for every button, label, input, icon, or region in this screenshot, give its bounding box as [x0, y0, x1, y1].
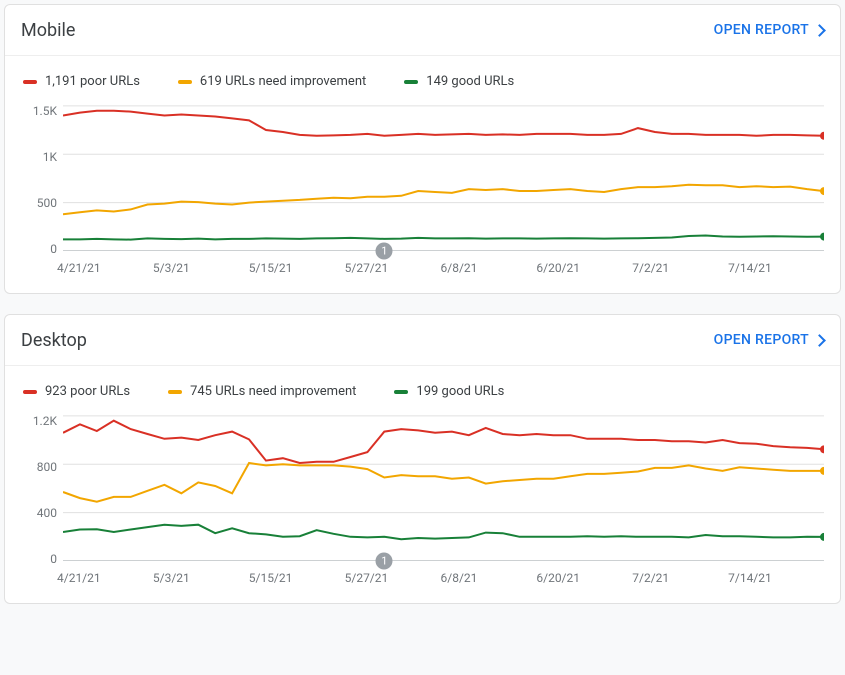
swatch-poor-icon — [23, 390, 37, 394]
x-tick: 5/3/21 — [153, 261, 249, 275]
legend-item-good: 199 good URLs — [394, 384, 504, 399]
swatch-need-icon — [178, 80, 192, 84]
x-tick: 7/2/21 — [632, 571, 728, 585]
legend: 1,191 poor URLs 619 URLs need improvemen… — [23, 74, 824, 89]
legend-label: 1,191 poor URLs — [45, 74, 140, 89]
x-tick: 4/21/21 — [57, 261, 153, 275]
swatch-poor-icon — [23, 80, 37, 84]
legend-item-need-improvement: 619 URLs need improvement — [178, 74, 366, 89]
legend-label: 923 poor URLs — [45, 384, 130, 399]
timeline-marker[interactable]: 1 — [376, 243, 393, 260]
chevron-right-icon — [813, 334, 826, 347]
legend-label: 149 good URLs — [426, 74, 514, 89]
legend-item-good: 149 good URLs — [404, 74, 514, 89]
x-axis: 4/21/21 5/3/21 5/15/21 5/27/21 6/8/21 6/… — [57, 261, 824, 275]
card-header: Desktop OPEN REPORT — [5, 315, 840, 366]
x-tick: 6/20/21 — [536, 571, 632, 585]
open-report-button[interactable]: OPEN REPORT — [714, 22, 824, 38]
legend-label: 745 URLs need improvement — [190, 384, 356, 399]
x-tick: 7/2/21 — [632, 261, 728, 275]
legend-item-poor: 1,191 poor URLs — [23, 74, 140, 89]
chevron-right-icon — [813, 24, 826, 37]
x-tick: 5/15/21 — [249, 571, 345, 585]
x-axis: 4/21/21 5/3/21 5/15/21 5/27/21 6/8/21 6/… — [57, 571, 824, 585]
x-tick: 6/8/21 — [441, 261, 537, 275]
plot: 1 — [63, 101, 824, 251]
timeline-marker[interactable]: 1 — [376, 553, 393, 570]
open-report-label: OPEN REPORT — [714, 22, 809, 38]
legend-label: 619 URLs need improvement — [200, 74, 366, 89]
chart-area: 1.5K 1K 500 0 1 — [21, 101, 824, 251]
card-mobile: Mobile OPEN REPORT 1,191 poor URLs 619 U… — [4, 4, 841, 294]
marker-label: 1 — [376, 243, 393, 260]
y-tick: 1.5K — [21, 105, 57, 117]
open-report-button[interactable]: OPEN REPORT — [714, 332, 824, 348]
x-tick: 5/15/21 — [249, 261, 345, 275]
card-header: Mobile OPEN REPORT — [5, 5, 840, 56]
y-tick: 1.2K — [21, 415, 57, 427]
card-title: Desktop — [21, 330, 87, 351]
x-tick: 5/27/21 — [345, 261, 441, 275]
x-tick: 6/20/21 — [536, 261, 632, 275]
x-tick: 5/27/21 — [345, 571, 441, 585]
y-tick: 400 — [21, 507, 57, 519]
legend-label: 199 good URLs — [416, 384, 504, 399]
swatch-good-icon — [394, 390, 408, 394]
chart-svg — [63, 411, 824, 561]
x-tick: 7/14/21 — [728, 261, 824, 275]
marker-label: 1 — [376, 553, 393, 570]
y-tick: 0 — [21, 243, 57, 255]
y-tick: 1K — [21, 151, 57, 163]
x-tick: 7/14/21 — [728, 571, 824, 585]
plot: 1 — [63, 411, 824, 561]
y-tick: 800 — [21, 461, 57, 473]
y-tick: 500 — [21, 197, 57, 209]
card-desktop: Desktop OPEN REPORT 923 poor URLs 745 UR… — [4, 314, 841, 604]
legend: 923 poor URLs 745 URLs need improvement … — [23, 384, 824, 399]
chart-svg — [63, 101, 824, 251]
x-tick: 5/3/21 — [153, 571, 249, 585]
swatch-need-icon — [168, 390, 182, 394]
card-title: Mobile — [21, 20, 75, 41]
swatch-good-icon — [404, 80, 418, 84]
y-axis: 1.2K 800 400 0 — [21, 411, 63, 561]
y-axis: 1.5K 1K 500 0 — [21, 101, 63, 251]
open-report-label: OPEN REPORT — [714, 332, 809, 348]
legend-item-need-improvement: 745 URLs need improvement — [168, 384, 356, 399]
chart-area: 1.2K 800 400 0 1 — [21, 411, 824, 561]
x-tick: 4/21/21 — [57, 571, 153, 585]
x-tick: 6/8/21 — [441, 571, 537, 585]
legend-item-poor: 923 poor URLs — [23, 384, 130, 399]
y-tick: 0 — [21, 553, 57, 565]
